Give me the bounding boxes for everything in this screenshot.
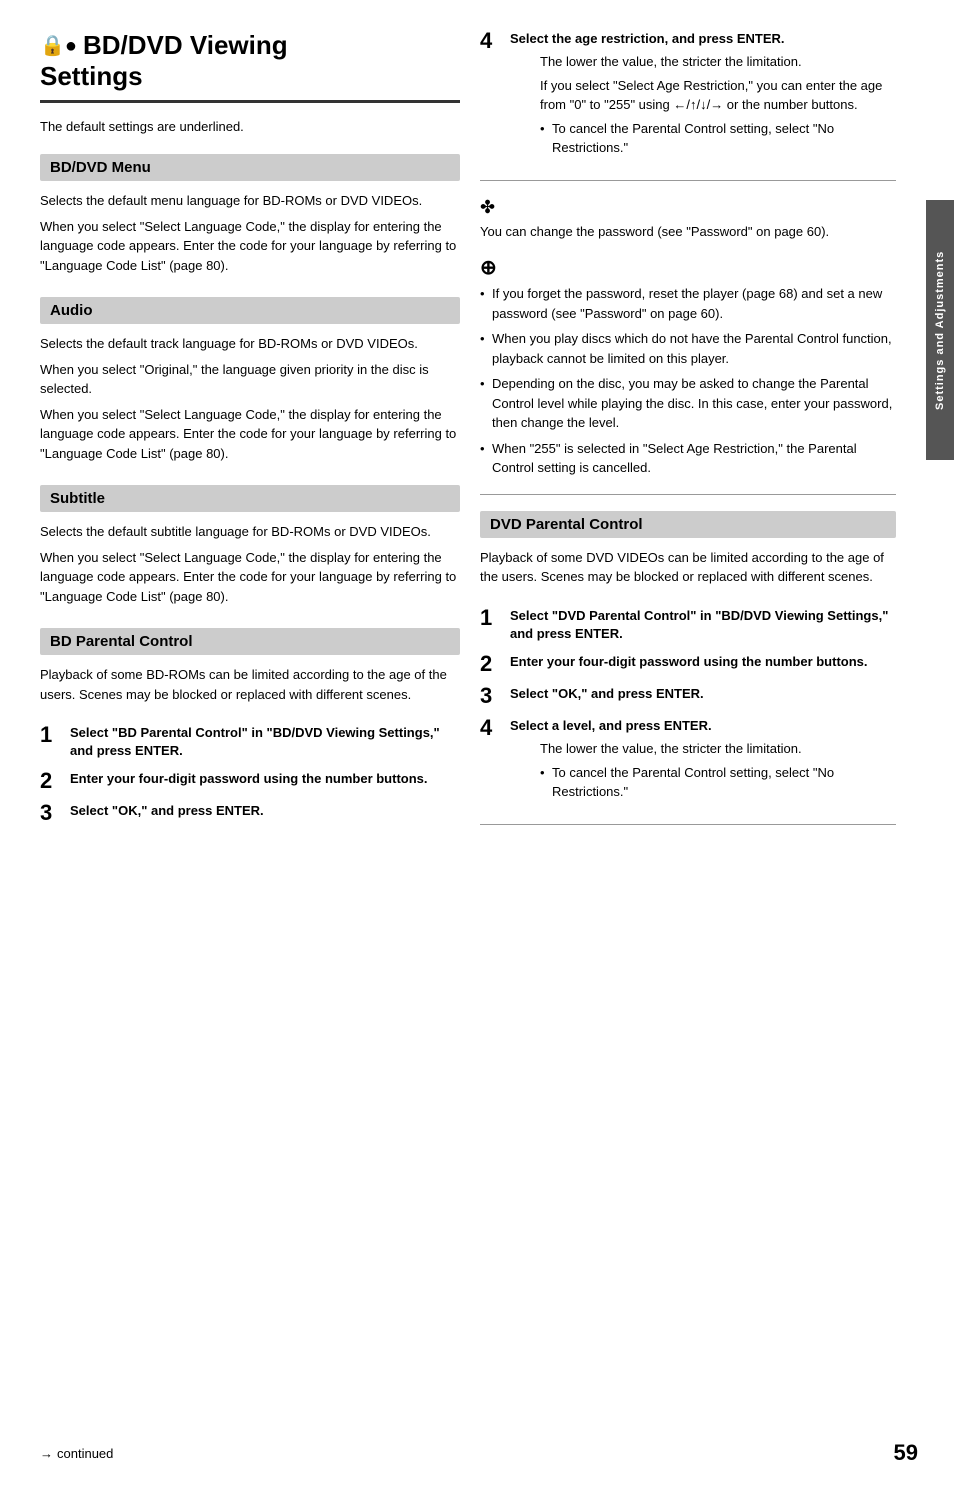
bd-step-3: 3 Select "OK," and press ENTER. (40, 802, 460, 824)
dvd-step-4: 4 Select a level, and press ENTER. The l… (480, 717, 896, 802)
dvd-step4-content: Select a level, and press ENTER. The low… (510, 717, 896, 802)
dvd-step2-num: 2 (480, 653, 500, 675)
bd-parental-intro: Playback of some BD-ROMs can be limited … (40, 665, 460, 704)
dvd-step3-num: 3 (480, 685, 500, 707)
bd-step4: 4 Select the age restriction, and press … (480, 30, 896, 158)
note-text: You can change the password (see "Passwo… (480, 222, 896, 242)
dvd-step1-num: 1 (480, 607, 500, 629)
page-number: 59 (894, 1440, 918, 1466)
subtitle-section: Subtitle Selects the default subtitle la… (40, 485, 460, 606)
subtitle-p2: When you select "Select Language Code," … (40, 548, 460, 607)
continued-text: → continued (40, 1446, 113, 1461)
warning-bullet-4: When "255" is selected in "Select Age Re… (480, 439, 896, 478)
title-line1: 🔒● BD/DVD Menu BD/DVD Viewing (40, 30, 460, 61)
audio-p1: Selects the default track language for B… (40, 334, 460, 354)
title-line2: Settings (40, 61, 460, 92)
dvd-step4-text: Select a level, and press ENTER. (510, 718, 712, 733)
bd-step1-text: Select "BD Parental Control" in "BD/DVD … (70, 724, 460, 760)
bd-step4-detail1: The lower the value, the stricter the li… (540, 52, 896, 72)
dvd-parental-steps: 1 Select "DVD Parental Control" in "BD/D… (480, 607, 896, 802)
bd-step2-text: Enter your four-digit password using the… (70, 770, 428, 788)
dvd-step3-text: Select "OK," and press ENTER. (510, 685, 704, 703)
bd-step4-section: 4 Select the age restriction, and press … (480, 30, 896, 158)
dvd-parental-header: DVD Parental Control (480, 511, 896, 538)
warning-icon: ⊕ (480, 255, 896, 280)
dvd-step4-num: 4 (480, 717, 500, 739)
side-tab: Settings and Adjustments (926, 200, 954, 460)
bd-step-1: 1 Select "BD Parental Control" in "BD/DV… (40, 724, 460, 760)
dvd-step1-text: Select "DVD Parental Control" in "BD/DVD… (510, 607, 896, 643)
main-content: 🔒● BD/DVD Menu BD/DVD Viewing Settings T… (0, 0, 926, 1486)
bd-parental-steps: 1 Select "BD Parental Control" in "BD/DV… (40, 724, 460, 824)
bd-step3-text: Select "OK," and press ENTER. (70, 802, 264, 820)
bd-parental-section: BD Parental Control Playback of some BD-… (40, 628, 460, 824)
dvd-step-1: 1 Select "DVD Parental Control" in "BD/D… (480, 607, 896, 643)
audio-p3: When you select "Select Language Code," … (40, 405, 460, 464)
bdvd-menu-p1: Selects the default menu language for BD… (40, 191, 460, 211)
page-container: Settings and Adjustments 🔒● BD/DVD Menu … (0, 0, 954, 1486)
bd-step4-content: Select the age restriction, and press EN… (510, 30, 896, 158)
bdvd-menu-header: BD/DVD Menu (40, 154, 460, 181)
dvd-step4-detail1: The lower the value, the stricter the li… (540, 739, 896, 759)
dvd-step2-text: Enter your four-digit password using the… (510, 653, 868, 671)
bd-step4-text: Select the age restriction, and press EN… (510, 31, 785, 46)
right-column: 4 Select the age restriction, and press … (480, 30, 896, 1456)
divider-1 (480, 180, 896, 181)
subtitle-content: Selects the default subtitle language fo… (40, 522, 460, 606)
left-column: 🔒● BD/DVD Menu BD/DVD Viewing Settings T… (40, 30, 460, 1456)
default-settings-text: The default settings are underlined. (40, 119, 460, 134)
title-main: BD/DVD Viewing (83, 30, 288, 61)
bd-step4-bullet1: To cancel the Parental Control setting, … (540, 119, 896, 158)
bd-step-2: 2 Enter your four-digit password using t… (40, 770, 460, 792)
bd-step4-num: 4 (480, 30, 500, 52)
dvd-parental-intro-text: Playback of some DVD VIDEOs can be limit… (480, 548, 896, 587)
audio-section: Audio Selects the default track language… (40, 297, 460, 463)
bd-step1-num: 1 (40, 724, 60, 746)
divider-2 (480, 494, 896, 495)
continued-label: continued (57, 1446, 113, 1461)
lock-icon: 🔒● (40, 33, 77, 58)
bd-parental-intro-text: Playback of some BD-ROMs can be limited … (40, 665, 460, 704)
audio-header: Audio (40, 297, 460, 324)
bd-step3-num: 3 (40, 802, 60, 824)
dvd-parental-intro: Playback of some DVD VIDEOs can be limit… (480, 548, 896, 587)
bdvd-menu-content: Selects the default menu language for BD… (40, 191, 460, 275)
bd-step2-num: 2 (40, 770, 60, 792)
footer-bar: → continued 59 (40, 1440, 918, 1466)
dvd-step4-bullet1: To cancel the Parental Control setting, … (540, 763, 896, 802)
dvd-parental-section: DVD Parental Control Playback of some DV… (480, 511, 896, 802)
dvd-step-3: 3 Select "OK," and press ENTER. (480, 685, 896, 707)
arrow-right-icon: → (40, 1446, 53, 1461)
bd-step4-detail2: If you select "Select Age Restriction," … (540, 76, 896, 115)
bdvd-menu-section: BD/DVD Menu Selects the default menu lan… (40, 154, 460, 275)
divider-3 (480, 824, 896, 825)
dvd-step4-details: The lower the value, the stricter the li… (540, 739, 896, 802)
warning-bullets: If you forget the password, reset the pl… (480, 284, 896, 478)
page-title-block: 🔒● BD/DVD Menu BD/DVD Viewing Settings (40, 30, 460, 103)
bd-parental-header: BD Parental Control (40, 628, 460, 655)
warning-section: ⊕ If you forget the password, reset the … (480, 255, 896, 478)
bd-step4-bullets: To cancel the Parental Control setting, … (540, 119, 896, 158)
audio-p2: When you select "Original," the language… (40, 360, 460, 399)
note-section: ✤ You can change the password (see "Pass… (480, 197, 896, 242)
audio-content: Selects the default track language for B… (40, 334, 460, 463)
bd-step4-details: The lower the value, the stricter the li… (540, 52, 896, 158)
note-icon: ✤ (480, 197, 896, 218)
warning-bullet-2: When you play discs which do not have th… (480, 329, 896, 368)
dvd-step4-bullets: To cancel the Parental Control setting, … (540, 763, 896, 802)
bdvd-menu-p2: When you select "Select Language Code," … (40, 217, 460, 276)
warning-bullet-1: If you forget the password, reset the pl… (480, 284, 896, 323)
subtitle-p1: Selects the default subtitle language fo… (40, 522, 460, 542)
warning-bullet-3: Depending on the disc, you may be asked … (480, 374, 896, 433)
dvd-step-2: 2 Enter your four-digit password using t… (480, 653, 896, 675)
subtitle-header: Subtitle (40, 485, 460, 512)
